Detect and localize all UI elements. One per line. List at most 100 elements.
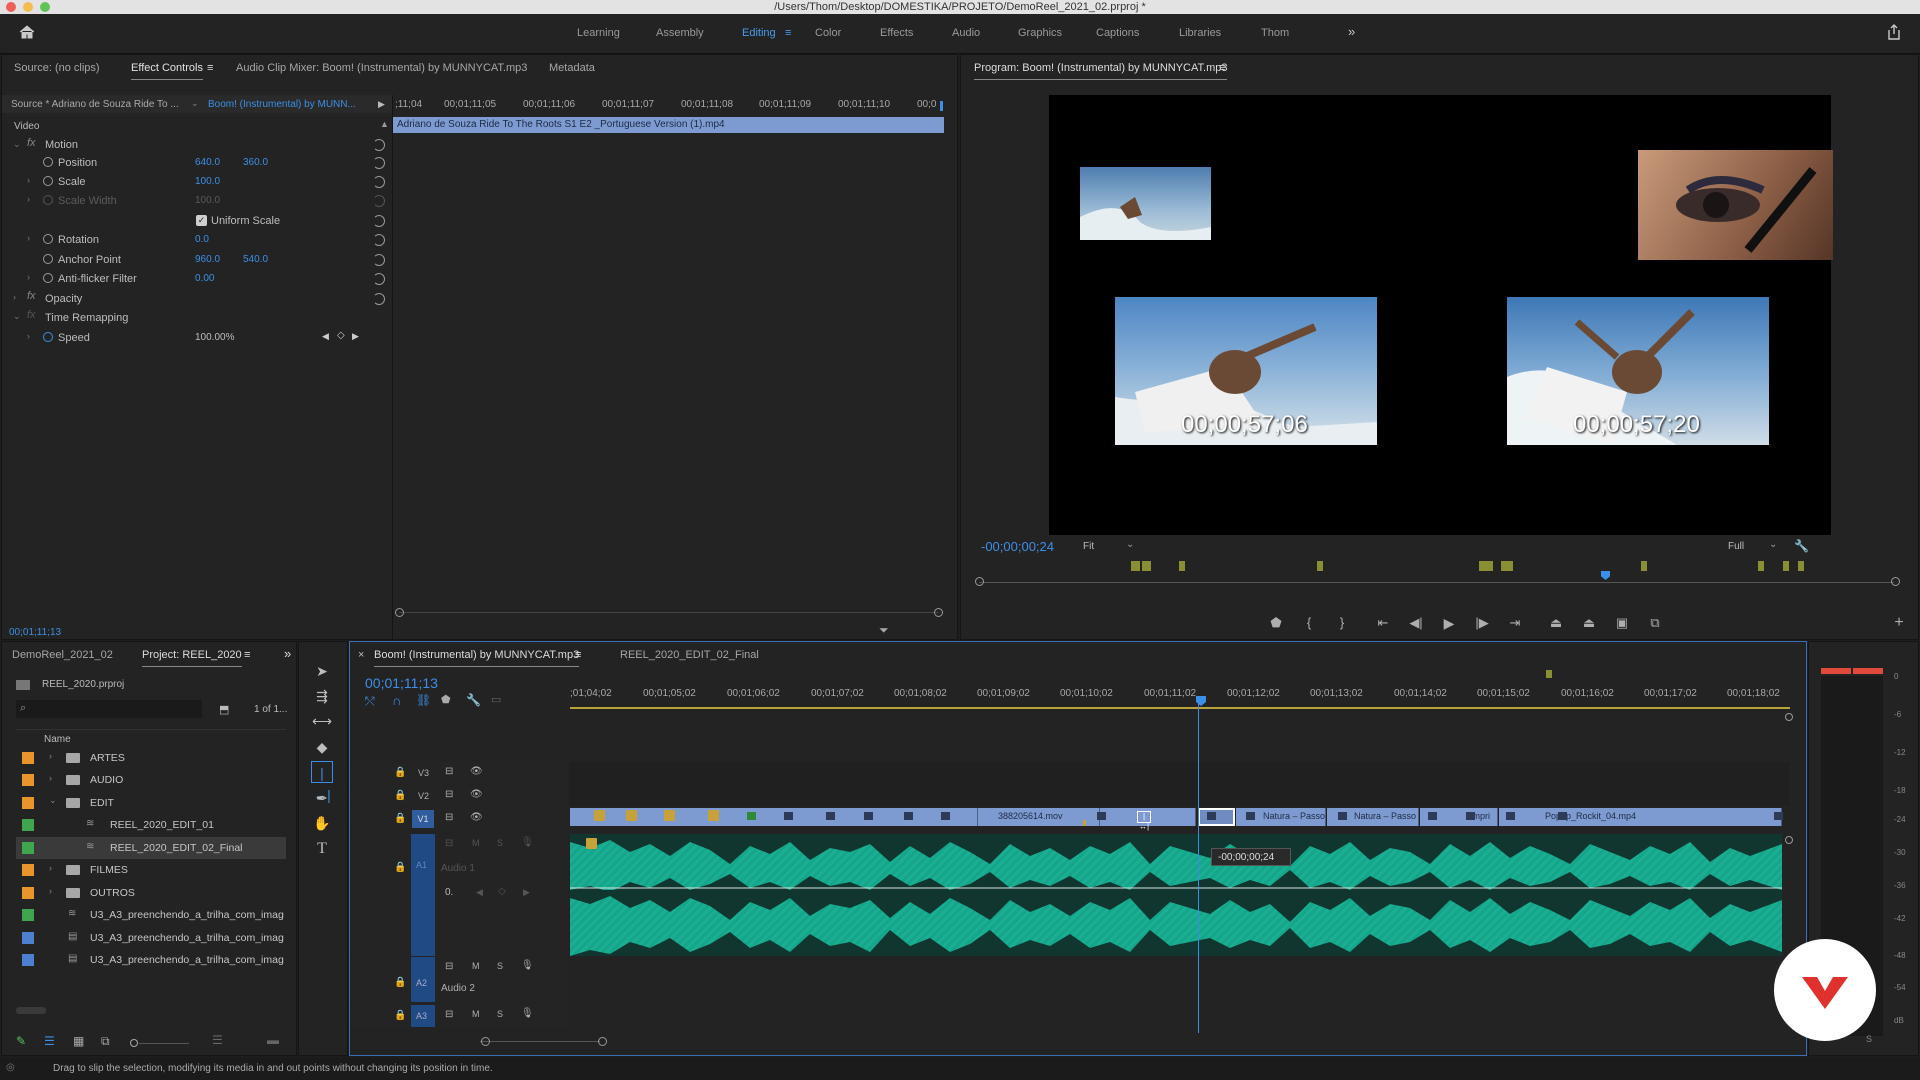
rotation-stopwatch-icon[interactable] (43, 234, 53, 244)
go-to-out-icon[interactable]: ⇥ (1505, 613, 1525, 633)
workspace-libraries[interactable]: Libraries (1179, 27, 1221, 39)
uniform-scale-checkbox[interactable]: ✓ (196, 215, 207, 226)
tab-sequence-reel[interactable]: REEL_2020_EDIT_02_Final (620, 649, 759, 661)
workspace-learning[interactable]: Learning (577, 27, 620, 39)
ec-clip-bar[interactable]: Adriano de Souza Ride To The Roots S1 E2… (393, 117, 944, 133)
speed-stopwatch-icon[interactable] (43, 332, 53, 342)
solo-button[interactable]: S (497, 1009, 503, 1019)
scale-width-expand-icon[interactable]: › (27, 194, 30, 204)
prev-kf-icon[interactable]: ◀ (476, 887, 483, 898)
step-forward-icon[interactable]: |▶ (1472, 613, 1492, 633)
scale-expand-icon[interactable]: › (27, 175, 30, 185)
new-bin-icon[interactable]: ⬒ (219, 703, 229, 716)
timeline-timecode[interactable]: 00;01;11;13 (365, 675, 438, 691)
project-row-edit02-selected[interactable]: ≋ REEL_2020_EDIT_02_Final (16, 837, 286, 859)
freeform-view-icon[interactable]: ⧉ (101, 1034, 110, 1049)
expand-icon[interactable]: › (49, 863, 52, 873)
eye-icon[interactable]: 👁 (470, 812, 483, 823)
position-x-value[interactable]: 640.0 (195, 157, 220, 168)
lift-icon[interactable]: ⏏ (1546, 613, 1566, 633)
tab-audio-clip-mixer[interactable]: Audio Clip Mixer: Boom! (Instrumental) b… (236, 62, 527, 74)
mic-icon[interactable]: 🎙 (521, 960, 534, 971)
ec-zoom-handle-left[interactable] (395, 608, 404, 617)
lock-icon[interactable]: 🔒 (394, 977, 406, 988)
workspace-graphics[interactable]: Graphics (1018, 27, 1062, 39)
add-marker-icon[interactable]: ⬟ (1266, 613, 1286, 633)
project-row-artes[interactable]: › ARTES (16, 747, 286, 769)
next-keyframe-icon[interactable]: ▶ (352, 331, 359, 342)
project-row-edit01[interactable]: ≋ REEL_2020_EDIT_01 (16, 814, 286, 836)
next-kf-icon[interactable]: ▶ (523, 887, 530, 898)
sort-icon[interactable]: ☰ (212, 1033, 223, 1047)
anchor-y-value[interactable]: 540.0 (243, 254, 268, 265)
expand-icon[interactable]: › (49, 886, 52, 896)
program-scrubber-track[interactable] (979, 582, 1894, 583)
icon-view-icon[interactable]: ▦ (73, 1034, 84, 1048)
tab-project-reel[interactable]: Project: REEL_2020 (142, 649, 242, 667)
video-tracks-empty-area[interactable] (569, 762, 1789, 806)
workspace-effects[interactable]: Effects (880, 27, 913, 39)
position-reset-icon[interactable] (373, 157, 385, 169)
lock-icon[interactable]: 🔒 (394, 862, 406, 873)
slip-tool-icon[interactable]: |↔| (311, 761, 333, 803)
timeline-menu-icon[interactable]: ≡ (575, 649, 581, 661)
mark-out-icon[interactable]: } (1332, 613, 1352, 633)
program-menu-icon[interactable]: ≡ (1219, 62, 1225, 74)
rotation-expand-icon[interactable]: › (27, 233, 30, 243)
rotation-reset-icon[interactable] (373, 234, 385, 246)
position-stopwatch-icon[interactable] (43, 157, 53, 167)
zoom-window-button[interactable] (40, 2, 50, 12)
captions-icon[interactable]: ▭ (491, 693, 501, 706)
timeline-zoom-left[interactable] (481, 1037, 490, 1046)
track-volume-value[interactable]: 0. (445, 887, 453, 898)
anchor-reset-icon[interactable] (373, 254, 385, 266)
expand-icon[interactable]: › (49, 773, 52, 783)
project-more-icon[interactable]: » (284, 646, 291, 661)
tab-source[interactable]: Source: (no clips) (14, 62, 100, 74)
timeline-close-icon[interactable]: × (358, 649, 364, 661)
scale-value[interactable]: 100.0 (195, 176, 220, 187)
project-hscrollbar[interactable] (16, 1007, 46, 1014)
sync-lock-icon[interactable]: ⊟ (445, 766, 453, 777)
program-timecode[interactable]: -00;00;00;24 (981, 539, 1054, 554)
step-back-icon[interactable]: ◀| (1406, 613, 1426, 633)
antiflicker-stopwatch-icon[interactable] (43, 273, 53, 283)
mic-icon[interactable]: 🎙 (521, 837, 534, 848)
selection-tool-icon[interactable]: ➤ (311, 660, 333, 682)
project-row-edit[interactable]: ⌄ EDIT (16, 792, 286, 814)
speed-value[interactable]: 100.00% (195, 332, 234, 343)
write-mode-icon[interactable]: ✎ (16, 1034, 26, 1048)
more-workspaces-icon[interactable]: » (1348, 24, 1355, 39)
ec-timecode[interactable]: 00;01;11;13 (9, 627, 61, 638)
zoom-slider-track[interactable] (139, 1043, 189, 1044)
sequence-clip-name[interactable]: Boom! (Instrumental) by MUNN... (208, 99, 356, 110)
tab-effect-controls[interactable]: Effect Controls (131, 62, 203, 80)
button-editor-icon[interactable]: + (1889, 613, 1909, 633)
track-target-a2[interactable]: A2 (411, 957, 435, 1002)
workspace-assembly[interactable]: Assembly (656, 27, 704, 39)
track-label-v1[interactable]: V1 (412, 810, 434, 828)
add-keyframe-icon[interactable]: ◇ (337, 330, 345, 341)
v-scroll-handle-bottom[interactable] (1785, 836, 1793, 844)
antiflicker-reset-icon[interactable] (373, 273, 385, 285)
v1-clip-popup[interactable]: Popup_Rockit_04.mp4 (1499, 808, 1782, 826)
quality-dropdown[interactable]: Full (1728, 541, 1744, 552)
add-kf-icon[interactable]: ◇ (498, 886, 506, 897)
zoom-slider-handle[interactable] (130, 1039, 138, 1047)
motion-reset-icon[interactable] (373, 139, 385, 151)
play-clip-icon[interactable]: ▶ (378, 99, 385, 110)
track-target-a1[interactable]: A1 (411, 834, 435, 956)
scale-reset-icon[interactable] (373, 176, 385, 188)
scroll-up-icon[interactable]: ▲ (380, 119, 389, 129)
lock-icon[interactable]: 🔒 (394, 790, 406, 801)
uniform-reset-icon[interactable] (373, 215, 385, 227)
type-tool-icon[interactable]: T (311, 838, 333, 860)
track-select-tool-icon[interactable]: ⇶ (311, 685, 333, 707)
eye-icon[interactable]: 👁 (470, 789, 483, 800)
add-marker-timeline-icon[interactable]: ⬟ (441, 693, 451, 706)
nest-icon[interactable]: ⤲ (365, 694, 375, 709)
project-search-input[interactable]: ⌕ (16, 700, 202, 718)
program-title[interactable]: Program: Boom! (Instrumental) by MUNNYCA… (974, 62, 1228, 80)
extract-icon[interactable]: ⏏ (1579, 613, 1599, 633)
marker[interactable] (1501, 561, 1513, 571)
